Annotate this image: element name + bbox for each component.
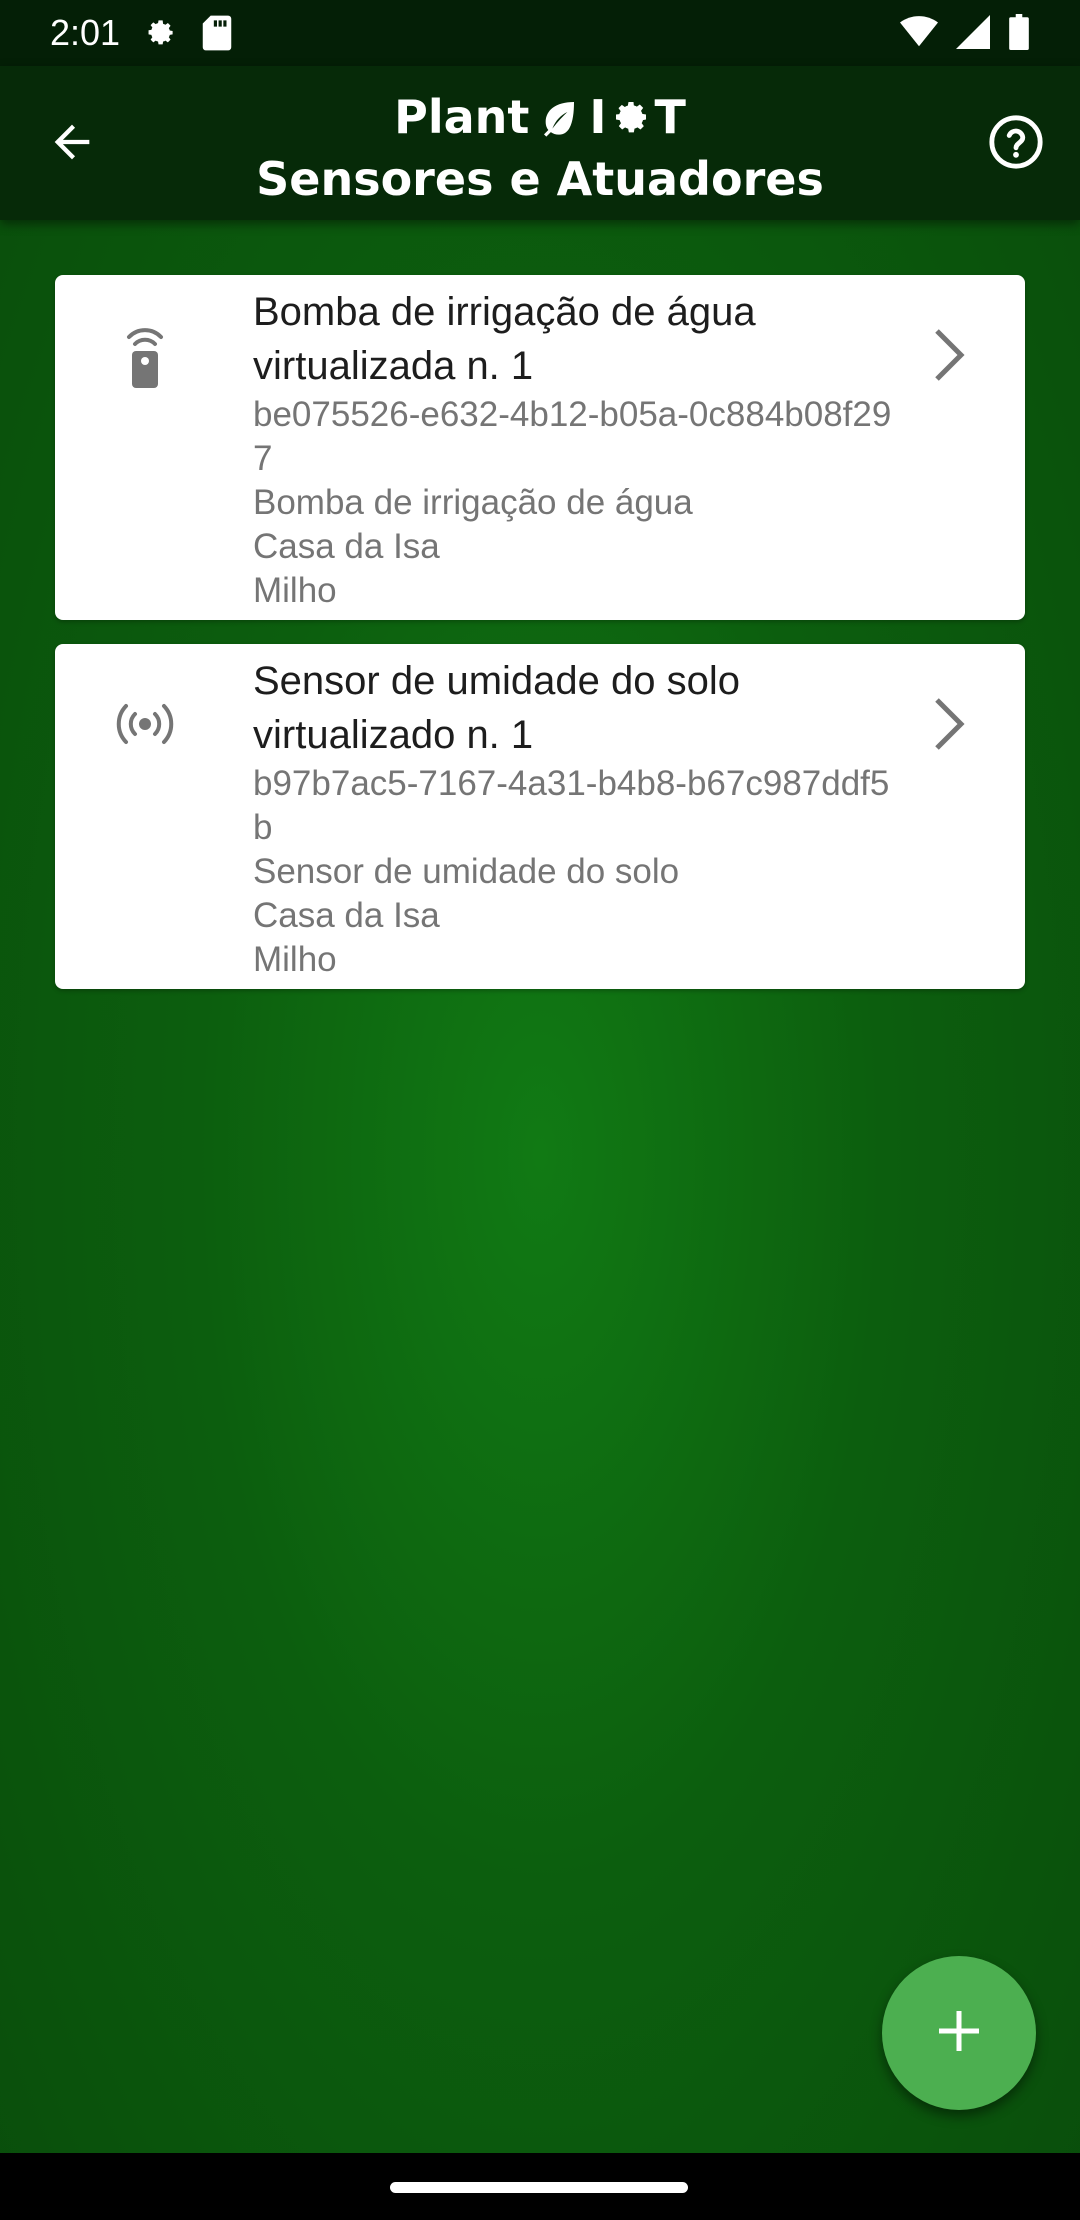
status-bar: 2:01 (0, 0, 1080, 66)
plus-icon (935, 2007, 983, 2060)
chevron-right-icon (925, 323, 973, 387)
battery-icon (1008, 14, 1030, 55)
device-card[interactable]: Bomba de irrigação de água virtualizada … (55, 275, 1025, 620)
device-id: be075526-e632-4b12-b05a-0c884b08f297 (253, 395, 892, 478)
device-title: Bomba de irrigação de água virtualizada … (253, 290, 756, 388)
gear-icon (611, 97, 651, 137)
sensor-waves-icon (100, 684, 190, 764)
title-iot-t: T (654, 90, 686, 144)
remote-control-icon (100, 315, 190, 395)
device-list: Bomba de irrigação de água virtualizada … (55, 275, 1025, 1013)
app-bar: Plant I T Sensores e Atuadores (0, 66, 1080, 220)
device-location: Casa da Isa (253, 527, 440, 566)
back-arrow-icon (46, 116, 98, 173)
device-type: Sensor de umidade do solo (253, 852, 680, 891)
device-crop: Milho (253, 940, 337, 979)
wifi-icon (900, 15, 938, 54)
back-button[interactable] (40, 112, 104, 176)
title-iot-i: I (589, 90, 607, 144)
sd-card-icon (200, 14, 234, 57)
page-title: Plant I T Sensores e Atuadores (200, 86, 880, 210)
device-id: b97b7ac5-7167-4a31-b4b8-b67c987ddf5b (253, 764, 890, 847)
device-title: Sensor de umidade do solo virtualizado n… (253, 659, 740, 757)
help-circle-icon (987, 113, 1045, 176)
help-button[interactable] (984, 112, 1048, 176)
system-nav-bar (0, 2153, 1080, 2220)
status-time: 2:01 (50, 12, 121, 53)
device-card[interactable]: Sensor de umidade do solo virtualizado n… (55, 644, 1025, 989)
leaf-icon (539, 97, 579, 137)
add-device-button[interactable] (882, 1956, 1036, 2110)
home-indicator[interactable] (390, 2182, 688, 2193)
chevron-right-icon (925, 692, 973, 756)
settings-gear-icon (140, 14, 178, 57)
page-subtitle: Sensores e Atuadores (256, 152, 824, 206)
device-type: Bomba de irrigação de água (253, 483, 693, 522)
device-crop: Milho (253, 571, 337, 610)
device-location: Casa da Isa (253, 896, 440, 935)
cellular-signal-icon (956, 15, 990, 54)
title-plant-text: Plant (394, 90, 530, 144)
